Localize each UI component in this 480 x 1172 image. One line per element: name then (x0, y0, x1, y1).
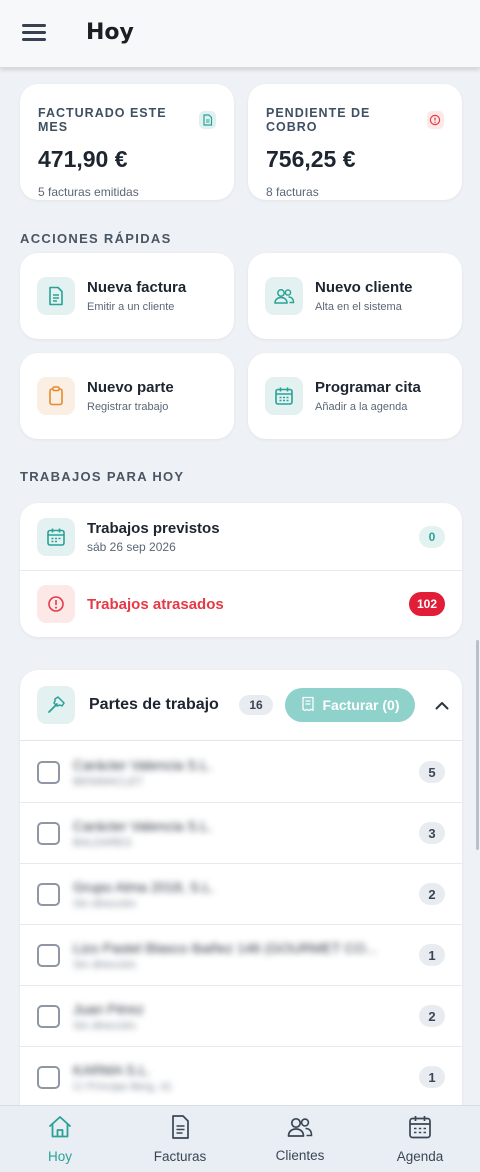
nav-item-hoy[interactable]: Hoy (0, 1106, 120, 1172)
new-work-report-button[interactable]: Nuevo parte Registrar trabajo (20, 353, 234, 439)
row-sub: Sin dirección (73, 897, 136, 910)
action-sub: Emitir a un cliente (87, 301, 175, 313)
action-sub: Registrar trabajo (87, 401, 169, 413)
stat-label: FACTURADO ESTE MES (38, 106, 167, 134)
nav-label: Clientes (275, 1148, 325, 1163)
nav-item-facturas[interactable]: Facturas (120, 1106, 240, 1172)
bottom-navigation: Hoy Facturas Clientes Agenda (0, 1105, 480, 1172)
row-count-badge: 2 (419, 883, 445, 905)
chevron-up-icon[interactable] (427, 690, 457, 720)
receipt-icon (300, 696, 316, 715)
alert-icon (426, 111, 444, 129)
list-item[interactable]: Grupo Alma 2018, S.L. Sin dirección 2 (20, 864, 462, 925)
action-title: Programar cita (315, 379, 421, 396)
partes-header: Partes de trabajo 16 Facturar (0) (20, 670, 462, 741)
home-icon (47, 1114, 73, 1145)
row-checkbox[interactable] (37, 760, 60, 784)
stat-label: PENDIENTE DE COBRO (266, 106, 371, 134)
row-checkbox[interactable] (37, 882, 60, 906)
calendar-icon (37, 517, 75, 556)
document-icon (198, 111, 216, 129)
trabajos-previstos-title: Trabajos previstos (87, 519, 220, 537)
row-count-badge: 3 (419, 822, 445, 844)
row-name: Carácter Valencia S.L. (73, 817, 213, 834)
action-title: Nuevo cliente (315, 279, 413, 296)
section-title-quick-actions: ACCIONES RÁPIDAS (20, 231, 172, 246)
hammer-icon (37, 686, 75, 724)
action-sub: Alta en el sistema (315, 301, 402, 313)
partes-title: Partes de trabajo (89, 696, 219, 713)
stat-card-facturado: FACTURADO ESTE MES 471,90 € 5 facturas e… (20, 84, 234, 200)
row-sub: C/ Príncipe Berg, 41 (73, 1080, 173, 1093)
stat-sub: 8 facturas (266, 185, 319, 199)
new-invoice-button[interactable]: Nueva factura Emitir a un cliente (20, 253, 234, 339)
row-count-badge: 5 (419, 761, 445, 783)
row-sub: Sin dirección (73, 1019, 136, 1032)
list-item[interactable]: Carácter Valencia S.L. BENIMACLET 5 (20, 742, 462, 803)
partes-count-badge: 16 (239, 695, 273, 715)
clipboard-icon (37, 377, 75, 415)
action-sub: Añadir a la agenda (315, 401, 408, 413)
row-name: Grupo Alma 2018, S.L. (73, 878, 215, 895)
section-title-trabajos: TRABAJOS PARA HOY (20, 469, 185, 484)
action-title: Nuevo parte (87, 379, 174, 396)
row-sub: Sin dirección (73, 958, 136, 971)
row-count-badge: 1 (419, 1066, 445, 1088)
users-icon (286, 1115, 314, 1144)
facturar-button[interactable]: Facturar (0) (285, 688, 415, 722)
stat-value: 756,25 € (266, 146, 356, 172)
stat-value: 471,90 € (38, 146, 128, 172)
top-app-bar: Hoy (0, 0, 480, 68)
invoice-icon (37, 277, 75, 315)
new-client-button[interactable]: Nuevo cliente Alta en el sistema (248, 253, 462, 339)
calendar-icon (265, 377, 303, 415)
row-checkbox[interactable] (37, 821, 60, 845)
row-name: Lizo Pastel Blasco Ibañez 146 (GOURMET C… (73, 939, 377, 956)
menu-icon[interactable] (22, 24, 46, 42)
schedule-appointment-button[interactable]: Programar cita Añadir a la agenda (248, 353, 462, 439)
trabajos-card: Trabajos previstos sáb 26 sep 2026 0 Tra… (20, 503, 462, 637)
calendar-icon (407, 1114, 433, 1145)
nav-label: Hoy (47, 1149, 72, 1164)
nav-item-clientes[interactable]: Clientes (240, 1106, 360, 1172)
list-item[interactable]: Juan Pérez Sin dirección 2 (20, 986, 462, 1047)
page-title: Hoy (86, 20, 134, 45)
previstos-count-badge: 0 (419, 525, 445, 548)
trabajos-atrasados-title: Trabajos atrasados (87, 595, 224, 613)
atrasados-count-badge: 102 (408, 592, 445, 616)
nav-label: Facturas (153, 1149, 207, 1164)
trabajos-previstos-row[interactable]: Trabajos previstos sáb 26 sep 2026 0 (20, 503, 462, 571)
nav-item-agenda[interactable]: Agenda (360, 1106, 480, 1172)
row-sub: BALDARES (73, 836, 132, 849)
invoice-icon (168, 1114, 192, 1145)
stat-sub: 5 facturas emitidas (38, 185, 139, 199)
list-item[interactable]: Lizo Pastel Blasco Ibañez 146 (GOURMET C… (20, 925, 462, 986)
users-icon (265, 277, 303, 315)
row-checkbox[interactable] (37, 1065, 60, 1089)
trabajos-atrasados-row[interactable]: Trabajos atrasados 102 (20, 571, 462, 637)
action-title: Nueva factura (87, 279, 187, 296)
row-name: KARMA S.L. (73, 1061, 151, 1078)
scrollbar[interactable] (476, 640, 479, 850)
list-item[interactable]: KARMA S.L. C/ Príncipe Berg, 41 1 (20, 1047, 462, 1108)
stat-card-pendiente: PENDIENTE DE COBRO 756,25 € 8 facturas (248, 84, 462, 200)
nav-label: Agenda (396, 1149, 444, 1164)
alert-icon (37, 585, 75, 623)
row-name: Carácter Valencia S.L. (73, 756, 213, 773)
row-count-badge: 2 (419, 1005, 445, 1027)
row-name: Juan Pérez (73, 1000, 144, 1017)
partes-card: Partes de trabajo 16 Facturar (0) Caráct… (20, 670, 462, 1110)
list-item[interactable]: Carácter Valencia S.L. BALDARES 3 (20, 803, 462, 864)
trabajos-previstos-date: sáb 26 sep 2026 (87, 539, 176, 554)
row-checkbox[interactable] (37, 943, 60, 967)
facturar-label: Facturar (0) (322, 697, 400, 713)
row-count-badge: 1 (419, 944, 445, 966)
row-sub: BENIMACLET (73, 775, 144, 788)
row-checkbox[interactable] (37, 1004, 60, 1028)
